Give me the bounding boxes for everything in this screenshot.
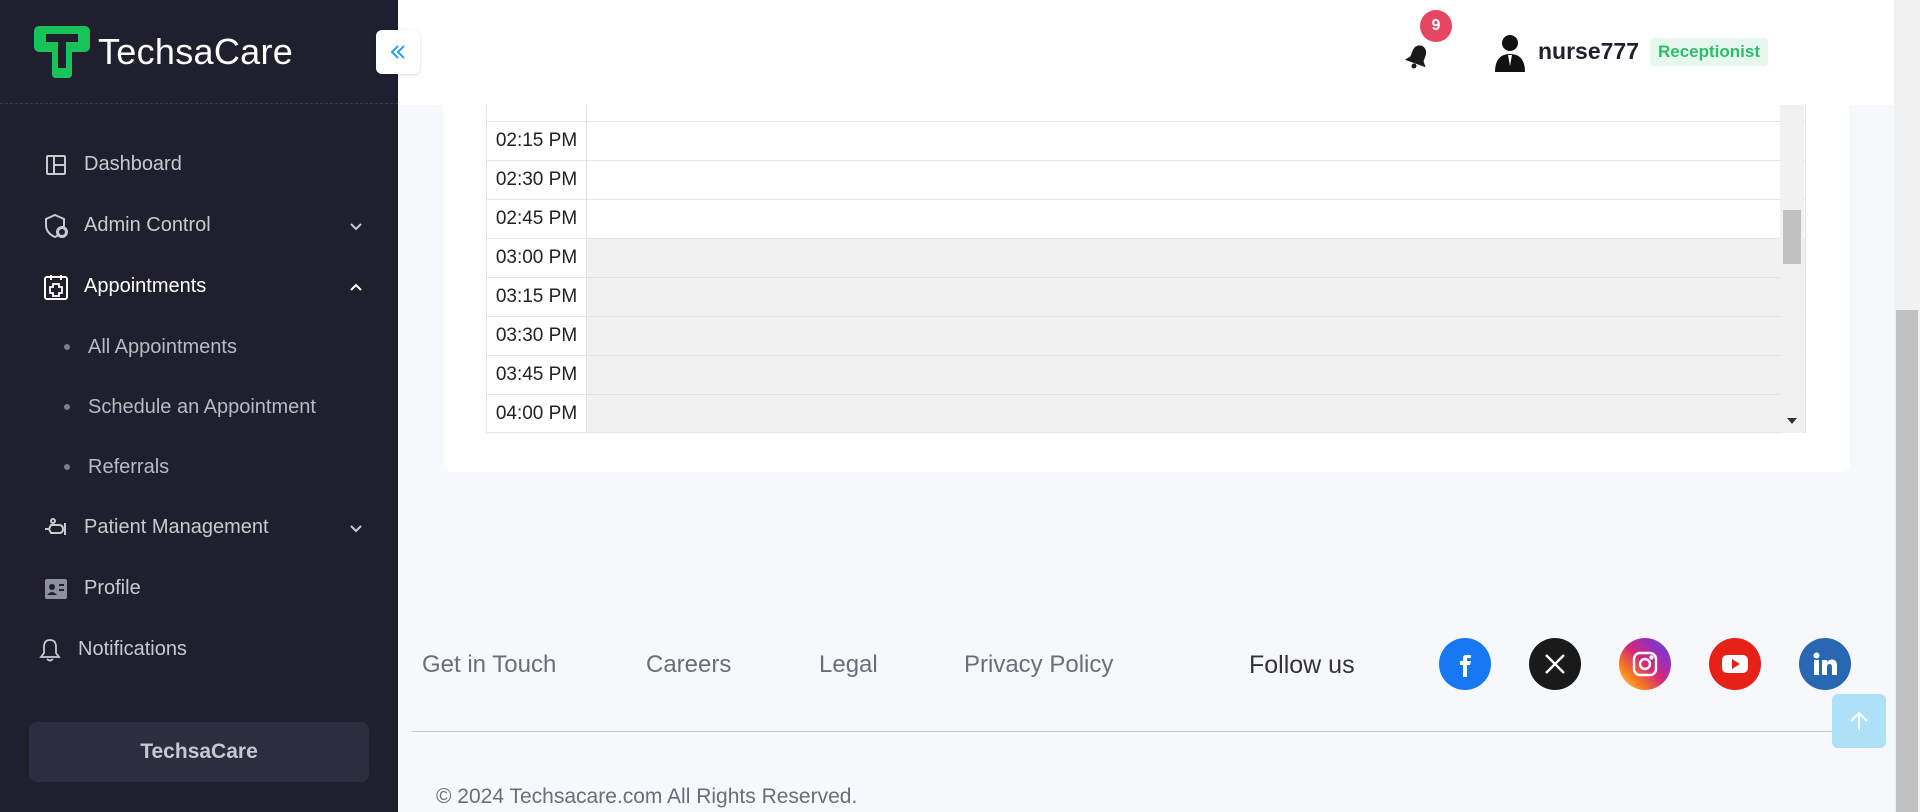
time-slot-row[interactable]: 03:15 PM (487, 278, 1805, 317)
x-icon[interactable] (1529, 638, 1581, 690)
time-slot-row[interactable]: 02:30 PM (487, 161, 1805, 200)
youtube-icon[interactable] (1709, 638, 1761, 690)
calendar-plus-icon (42, 273, 70, 301)
sidebar: TechsaCare Dashboard Admin Control Appoi… (0, 0, 398, 812)
sidebar-item-profile[interactable]: Profile (0, 558, 398, 619)
follow-us-label: Follow us (1249, 651, 1355, 679)
time-slot-label: 03:00 PM (487, 239, 587, 277)
footer-link-get-in-touch[interactable]: Get in Touch (422, 651, 556, 679)
sidebar-nav: Dashboard Admin Control Appointments All… (0, 104, 398, 680)
bullet-icon (64, 344, 70, 350)
time-slot-label: 02:30 PM (487, 161, 587, 199)
time-slot-row[interactable]: 03:00 PM (487, 239, 1805, 278)
bullet-icon (64, 464, 70, 470)
sidebar-subitem-label: Referrals (88, 455, 170, 478)
time-slot-label: 03:30 PM (487, 317, 587, 355)
time-slot-cell[interactable] (587, 356, 1805, 394)
sidebar-subitem-all-appointments[interactable]: All Appointments (0, 317, 398, 377)
chevron-up-icon (350, 283, 362, 291)
sidebar-subitem-schedule-appointment[interactable]: Schedule an Appointment (0, 377, 398, 437)
footer-link-privacy-policy[interactable]: Privacy Policy (964, 651, 1113, 679)
sidebar-item-label: Profile (84, 577, 141, 599)
time-slot-label: 04:00 PM (487, 395, 587, 432)
sidebar-item-notifications[interactable]: Notifications (0, 619, 398, 680)
time-slot-row[interactable]: 02:15 PM (487, 122, 1805, 161)
time-slot-row[interactable]: 04:00 PM (487, 395, 1805, 432)
sidebar-subitem-referrals[interactable]: Referrals (0, 437, 398, 497)
sidebar-item-label: Notifications (78, 638, 187, 660)
chevron-down-icon (350, 524, 362, 532)
sidebar-item-patient-management[interactable]: Patient Management (0, 497, 398, 558)
sidebar-item-appointments[interactable]: Appointments (0, 256, 398, 317)
time-slot-row[interactable]: 02:45 PM (487, 200, 1805, 239)
bullet-icon (64, 404, 70, 410)
linkedin-icon[interactable] (1799, 638, 1851, 690)
user-avatar-icon[interactable] (1493, 34, 1527, 72)
username[interactable]: nurse777 (1538, 38, 1639, 65)
schedule-grid: 02:00 PM02:15 PM02:30 PM02:45 PM03:00 PM… (486, 86, 1806, 433)
sidebar-item-label: Patient Management (84, 516, 269, 538)
schedule-scrollbar[interactable] (1780, 86, 1804, 433)
sidebar-item-label: Dashboard (84, 153, 182, 175)
sidebar-item-admin-control[interactable]: Admin Control (0, 195, 398, 256)
bell-icon (36, 636, 64, 664)
time-slot-cell[interactable] (587, 239, 1805, 277)
time-slot-label: 03:15 PM (487, 278, 587, 316)
footer-link-legal[interactable]: Legal (819, 651, 878, 679)
scroll-to-top-button[interactable] (1832, 694, 1886, 748)
page-scrollbar[interactable] (1894, 0, 1920, 812)
sidebar-item-label: Admin Control (84, 214, 211, 236)
time-slot-cell[interactable] (587, 278, 1805, 316)
schedule-scroll-thumb[interactable] (1783, 210, 1801, 264)
time-slot-row[interactable]: 03:30 PM (487, 317, 1805, 356)
time-slot-cell[interactable] (587, 122, 1805, 160)
copyright-text: © 2024 Techsacare.com All Rights Reserve… (436, 785, 858, 808)
time-slot-cell[interactable] (587, 395, 1805, 432)
id-card-icon (42, 575, 70, 603)
collapse-sidebar-button[interactable] (376, 30, 420, 74)
shield-icon (42, 212, 70, 240)
time-slot-label: 02:45 PM (487, 200, 587, 238)
techsacare-logo-icon (34, 25, 90, 78)
notification-count-badge: 9 (1420, 10, 1452, 42)
page-footer: Get in Touch Careers Legal Privacy Polic… (398, 517, 1894, 812)
sidebar-footer-brand[interactable]: TechsaCare (29, 722, 369, 782)
scroll-down-arrow-icon[interactable] (1786, 417, 1798, 425)
time-slot-label: 03:45 PM (487, 356, 587, 394)
chevron-down-icon (350, 222, 362, 230)
brand[interactable]: TechsaCare (0, 0, 398, 104)
patient-icon (42, 514, 70, 542)
brand-name: TechsaCare (98, 30, 294, 72)
sidebar-subitem-label: Schedule an Appointment (88, 395, 316, 418)
sidebar-item-dashboard[interactable]: Dashboard (0, 134, 398, 195)
footer-divider (412, 731, 1864, 732)
sidebar-item-label: Appointments (84, 275, 207, 297)
footer-link-careers[interactable]: Careers (646, 651, 731, 679)
role-badge: Receptionist (1650, 38, 1769, 66)
time-slot-row[interactable]: 03:45 PM (487, 356, 1805, 395)
double-chevron-left-icon (390, 45, 405, 59)
arrow-up-icon (1850, 711, 1868, 730)
time-slot-cell[interactable] (587, 161, 1805, 199)
facebook-icon[interactable] (1439, 638, 1491, 690)
time-slot-label: 02:15 PM (487, 122, 587, 160)
instagram-icon[interactable] (1619, 638, 1671, 690)
sidebar-subitem-label: All Appointments (88, 335, 237, 358)
topbar: 9 nurse777 Receptionist (398, 0, 1894, 105)
time-slot-cell[interactable] (587, 317, 1805, 355)
time-slot-cell[interactable] (587, 200, 1805, 238)
notification-bell-icon[interactable] (1404, 42, 1432, 70)
page-scroll-thumb[interactable] (1896, 310, 1918, 812)
dashboard-icon (42, 151, 70, 179)
